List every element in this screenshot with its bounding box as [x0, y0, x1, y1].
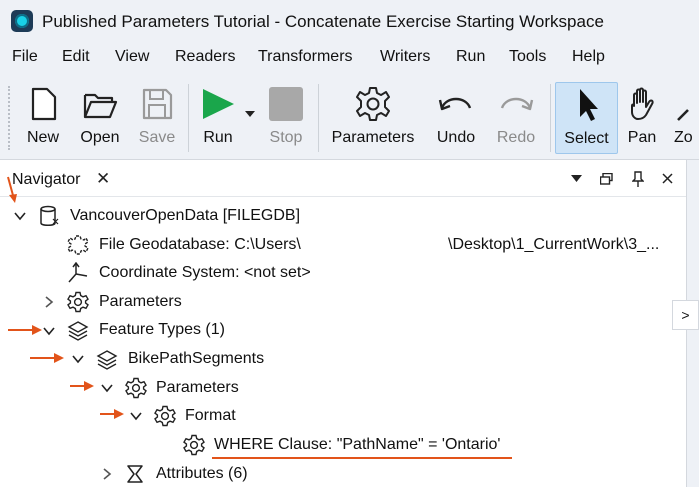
orange-arrow-icon [70, 381, 94, 391]
orange-arrow-icon [7, 176, 17, 203]
new-file-icon [31, 87, 57, 121]
gear-icon [356, 87, 390, 121]
expand-panel-tab[interactable]: > [672, 300, 699, 330]
new-button[interactable]: New [18, 80, 68, 156]
gear-icon [67, 291, 89, 313]
menu-help[interactable]: Help [572, 48, 605, 66]
close-panel-icon[interactable] [662, 173, 673, 184]
menu-transformers[interactable]: Transformers [258, 48, 353, 66]
menu-edit[interactable]: Edit [62, 48, 90, 66]
puzzle-gear-icon [67, 235, 89, 255]
tree-item-file-geodatabase[interactable]: File Geodatabase: C:\Users\ [99, 236, 301, 254]
undo-button[interactable]: Undo [430, 80, 482, 156]
select-button[interactable]: Select [555, 82, 618, 154]
gear-icon [154, 405, 176, 427]
app-icon [11, 10, 33, 32]
toolbar-separator [188, 84, 189, 152]
menu-tools[interactable]: Tools [509, 48, 546, 66]
menu-run[interactable]: Run [456, 48, 485, 66]
gear-icon [125, 377, 147, 399]
restore-window-icon[interactable] [600, 173, 613, 185]
sigma-icon [127, 465, 143, 483]
chevron-down-icon[interactable] [42, 324, 56, 338]
stop-icon [269, 87, 303, 121]
menu-bar: File Edit View Readers Transformers Writ… [0, 42, 699, 72]
layers-icon [96, 350, 118, 370]
orange-arrow-icon [100, 409, 124, 419]
parameters-button[interactable]: Parameters [326, 80, 420, 156]
pin-icon[interactable] [632, 171, 644, 187]
run-dropdown-icon[interactable] [245, 110, 255, 118]
close-icon[interactable]: ✕ [96, 169, 110, 189]
menu-readers[interactable]: Readers [175, 48, 235, 66]
dropdown-icon[interactable] [571, 175, 582, 183]
toolbar-separator [318, 84, 319, 152]
redo-button[interactable]: Redo [490, 80, 542, 156]
stop-button[interactable]: Stop [262, 80, 310, 156]
tree-item-coordinate-system[interactable]: Coordinate System: <not set> [99, 264, 311, 282]
open-button[interactable]: Open [74, 80, 126, 156]
tree-item-attributes[interactable]: Attributes (6) [156, 465, 248, 483]
cursor-arrow-icon [579, 89, 598, 121]
menu-writers[interactable]: Writers [380, 48, 430, 66]
orange-arrow-icon [30, 353, 64, 363]
chevron-down-icon[interactable] [100, 381, 114, 395]
tree-item-feature-types[interactable]: Feature Types (1) [99, 321, 225, 339]
database-icon [40, 205, 59, 226]
toolbar-separator [550, 84, 551, 152]
chevron-down-icon[interactable] [71, 352, 85, 366]
navigator-title: Navigator [12, 171, 81, 188]
open-folder-icon [83, 93, 118, 119]
axes-icon [68, 262, 88, 283]
tree-item-parameters[interactable]: Parameters [99, 293, 182, 311]
chevron-right-icon[interactable] [42, 295, 56, 309]
pan-button[interactable]: Pan [620, 80, 664, 156]
tree-item-ft-parameters[interactable]: Parameters [156, 379, 239, 397]
menu-file[interactable]: File [12, 48, 38, 66]
chevron-right-icon[interactable] [100, 467, 114, 481]
hand-pan-icon [631, 87, 654, 120]
chevron-down-icon[interactable] [13, 209, 27, 223]
save-button[interactable]: Save [132, 80, 182, 156]
zoom-button[interactable]: Zo [668, 80, 699, 156]
redo-icon [500, 97, 534, 111]
tree-item-dataset[interactable]: VancouverOpenData [FILEGDB] [70, 207, 300, 225]
chevron-down-icon[interactable] [129, 409, 143, 423]
tree-item-where-clause[interactable]: WHERE Clause: "PathName" = 'Ontario' [214, 436, 500, 454]
tree-item-bikepathsegments[interactable]: BikePathSegments [128, 350, 264, 368]
file-path-tail: \Desktop\1_CurrentWork\3_... [448, 236, 660, 253]
highlight-underline [212, 457, 512, 459]
toolbar: New Open Save Run Stop Parameters Undo R… [0, 72, 699, 160]
undo-icon [438, 97, 472, 111]
run-button[interactable]: Run [193, 80, 243, 156]
navigator-header: Navigator ✕ [0, 160, 699, 197]
menu-view[interactable]: View [115, 48, 149, 66]
gear-icon [183, 434, 205, 456]
save-disk-icon [142, 88, 173, 120]
zoom-icon [677, 109, 689, 121]
tree-item-format[interactable]: Format [185, 407, 236, 425]
window-title: Published Parameters Tutorial - Concaten… [42, 12, 604, 31]
run-play-icon [203, 89, 234, 119]
orange-arrow-icon [8, 325, 42, 335]
title-bar: Published Parameters Tutorial - Concaten… [0, 0, 699, 42]
layers-icon [67, 321, 89, 341]
toolbar-grip[interactable] [8, 86, 10, 150]
